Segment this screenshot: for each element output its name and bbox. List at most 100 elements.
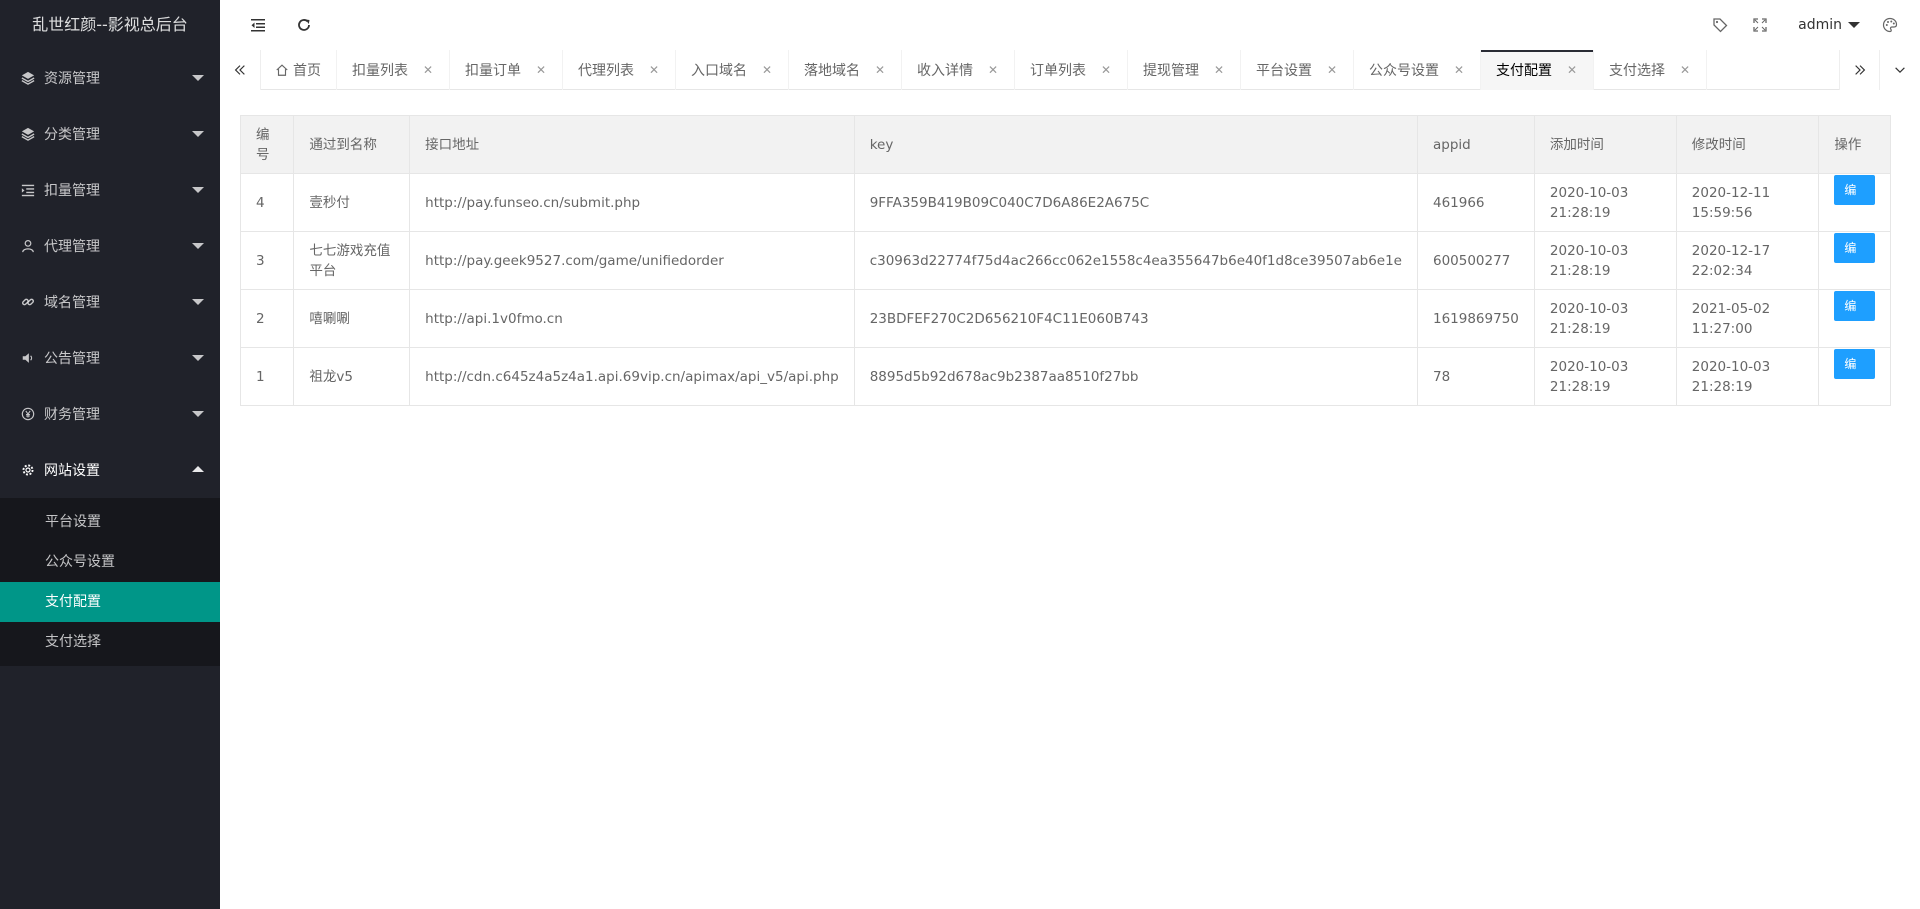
close-icon[interactable]: ✕ <box>1566 63 1578 77</box>
sidebar-item-label: 代理管理 <box>44 239 100 255</box>
close-icon[interactable]: ✕ <box>1213 63 1225 77</box>
tab-payment-config[interactable]: 支付配置 ✕ <box>1481 50 1594 90</box>
submenu-item-payment-config[interactable]: 支付配置 <box>0 582 220 622</box>
tab-label: 收入详情 <box>917 63 973 79</box>
cell-action: 编辑 <box>1818 347 1891 406</box>
edit-button[interactable]: 编辑 <box>1834 233 1875 285</box>
cell-name: 祖龙v5 <box>293 347 411 406</box>
sidebar-item-category[interactable]: 分类管理 <box>0 106 220 162</box>
sidebar-menu: 资源管理 分类管理 扣量管理 代理管理 域名管理 公告管理 财务管理 网站设置 … <box>0 50 220 666</box>
submenu-item-wechat-settings[interactable]: 公众号设置 <box>0 542 220 582</box>
edit-button[interactable]: 编辑 <box>1834 175 1875 227</box>
close-icon[interactable]: ✕ <box>1453 63 1465 77</box>
tab-platform-settings[interactable]: 平台设置 ✕ <box>1241 50 1354 90</box>
tab-label: 扣量列表 <box>352 63 408 79</box>
chevron-down-icon <box>192 411 204 417</box>
top-header: admin <box>220 0 1920 51</box>
menu-collapse-icon[interactable] <box>238 0 278 50</box>
edit-button[interactable]: 编辑 <box>1834 349 1875 401</box>
sidebar-item-agent[interactable]: 代理管理 <box>0 218 220 274</box>
close-icon[interactable]: ✕ <box>1679 63 1691 77</box>
fullscreen-icon[interactable] <box>1740 0 1780 50</box>
double-chevron-left-icon <box>234 65 245 75</box>
close-icon[interactable]: ✕ <box>1100 63 1112 77</box>
sidebar-item-deduction[interactable]: 扣量管理 <box>0 162 220 218</box>
sidebar-item-finance[interactable]: 财务管理 <box>0 386 220 442</box>
column-header-created: 添加时间 <box>1533 115 1677 174</box>
cell-name: 嘻唰唰 <box>293 289 411 348</box>
cell-action: 编辑 <box>1818 231 1891 290</box>
tab-label: 扣量订单 <box>465 63 521 79</box>
tab-scroll-left[interactable] <box>220 50 261 90</box>
chevron-down-icon <box>192 131 204 137</box>
sidebar-item-domain[interactable]: 域名管理 <box>0 274 220 330</box>
tab-entry-domain[interactable]: 入口域名 ✕ <box>676 50 789 90</box>
cell-url: http://cdn.c645z4a5z4a1.api.69vip.cn/api… <box>409 347 855 406</box>
tab-income-detail[interactable]: 收入详情 ✕ <box>902 50 1015 90</box>
column-header-id: 编号 <box>239 115 295 174</box>
cell-url: http://pay.geek9527.com/game/unifiedorde… <box>409 231 855 290</box>
tab-label: 支付配置 <box>1496 63 1552 79</box>
sidebar-item-label: 域名管理 <box>44 295 100 311</box>
tab-label: 提现管理 <box>1143 63 1199 79</box>
table-header-row: 编号 通过到名称 接口地址 key appid 添加时间 修改时间 操作 <box>239 115 1891 174</box>
sidebar: 乱世红颜--影视总后台 资源管理 分类管理 扣量管理 代理管理 域名管理 公告管… <box>0 0 220 909</box>
tab-payment-select[interactable]: 支付选择 ✕ <box>1594 50 1707 90</box>
sidebar-item-label: 网站设置 <box>44 463 100 479</box>
user-icon <box>20 238 36 254</box>
sidebar-item-label: 扣量管理 <box>44 183 100 199</box>
close-icon[interactable]: ✕ <box>648 63 660 77</box>
sidebar-item-resource[interactable]: 资源管理 <box>0 50 220 106</box>
tab-label: 落地域名 <box>804 63 860 79</box>
tab-label: 订单列表 <box>1030 63 1086 79</box>
cell-action: 编辑 <box>1818 289 1891 348</box>
double-chevron-right-icon <box>1855 65 1866 75</box>
column-header-appid: appid <box>1416 115 1535 174</box>
cell-name: 壹秒付 <box>293 173 411 232</box>
submenu-item-payment-select[interactable]: 支付选择 <box>0 622 220 662</box>
tab-menu-dropdown[interactable] <box>1879 50 1920 90</box>
cell-created: 2020-10-03 21:28:19 <box>1533 173 1677 232</box>
tab-deduction-list[interactable]: 扣量列表 ✕ <box>337 50 450 90</box>
tab-home[interactable]: 首页 <box>260 50 337 90</box>
tab-agent-list[interactable]: 代理列表 ✕ <box>563 50 676 90</box>
close-icon[interactable]: ✕ <box>535 63 547 77</box>
tab-scroll-right[interactable] <box>1839 50 1880 90</box>
sidebar-item-notice[interactable]: 公告管理 <box>0 330 220 386</box>
edit-button[interactable]: 编辑 <box>1834 291 1875 343</box>
sidebar-item-label: 资源管理 <box>44 71 100 87</box>
main-content: 编号 通过到名称 接口地址 key appid 添加时间 修改时间 操作 4 壹… <box>220 91 1920 909</box>
sidebar-item-site-settings[interactable]: 网站设置 <box>0 442 220 498</box>
chevron-down-icon <box>192 355 204 361</box>
close-icon[interactable]: ✕ <box>987 63 999 77</box>
cell-url: http://pay.funseo.cn/submit.php <box>409 173 855 232</box>
palette-icon[interactable] <box>1870 0 1910 50</box>
cell-created: 2020-10-03 21:28:19 <box>1533 347 1677 406</box>
link-icon <box>20 294 36 310</box>
user-menu[interactable]: admin <box>1798 0 1860 50</box>
table-row: 2 嘻唰唰 http://api.1v0fmo.cn 23BDFEF270C2D… <box>239 289 1891 348</box>
tab-deduction-orders[interactable]: 扣量订单 ✕ <box>450 50 563 90</box>
tag-icon[interactable] <box>1700 0 1740 50</box>
cell-appid: 78 <box>1416 347 1535 406</box>
chevron-down-icon <box>1895 67 1905 74</box>
close-icon[interactable]: ✕ <box>761 63 773 77</box>
tab-list: 首页 扣量列表 ✕ 扣量订单 ✕ 代理列表 ✕ 入口域名 ✕ 落地域名 ✕ 收入详情 ✕ 订… <box>260 50 1707 90</box>
cell-appid: 461966 <box>1416 173 1535 232</box>
app-logo: 乱世红颜--影视总后台 <box>32 15 188 34</box>
speaker-icon <box>20 350 36 366</box>
close-icon[interactable]: ✕ <box>1326 63 1338 77</box>
submenu-item-platform-settings[interactable]: 平台设置 <box>0 502 220 542</box>
cell-id: 3 <box>239 231 295 290</box>
close-icon[interactable]: ✕ <box>874 63 886 77</box>
chevron-down-icon <box>192 243 204 249</box>
tab-landing-domain[interactable]: 落地域名 ✕ <box>789 50 902 90</box>
cell-appid: 1619869750 <box>1416 289 1535 348</box>
tab-label: 公众号设置 <box>1369 63 1439 79</box>
tab-withdraw[interactable]: 提现管理 ✕ <box>1128 50 1241 90</box>
tab-wechat-settings[interactable]: 公众号设置 ✕ <box>1354 50 1481 90</box>
refresh-icon[interactable] <box>284 0 324 50</box>
tab-order-list[interactable]: 订单列表 ✕ <box>1015 50 1128 90</box>
chevron-down-icon <box>192 299 204 305</box>
close-icon[interactable]: ✕ <box>422 63 434 77</box>
